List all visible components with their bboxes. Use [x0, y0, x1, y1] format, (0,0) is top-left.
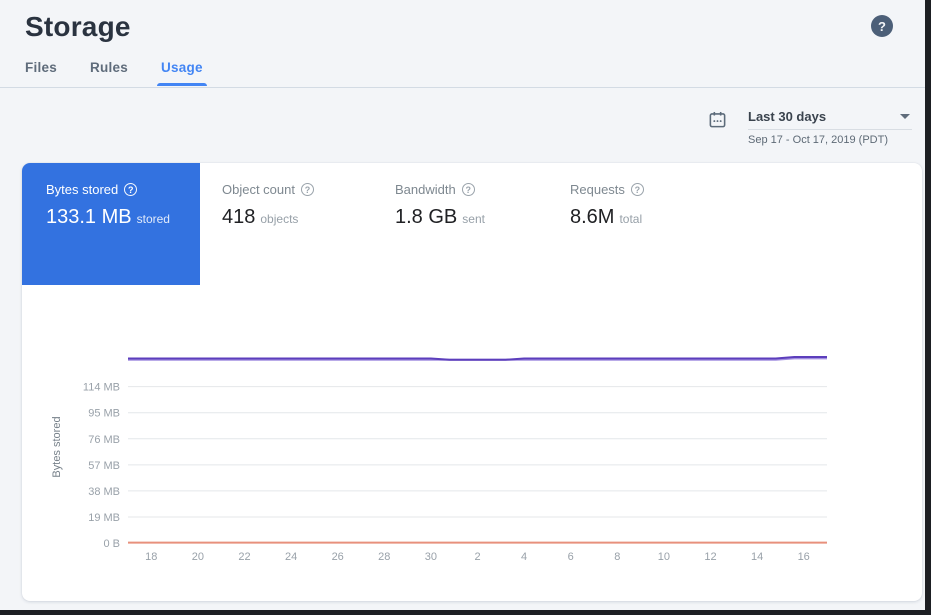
- metric-label-text: Bytes stored: [46, 182, 118, 197]
- y-axis-title: Bytes stored: [51, 416, 63, 477]
- x-tick-label: 30: [425, 551, 437, 563]
- x-tick-label: 12: [704, 551, 716, 563]
- active-tab-indicator: [157, 83, 207, 86]
- metric-label-text: Bandwidth: [395, 182, 456, 197]
- tab-usage[interactable]: Usage: [161, 60, 203, 86]
- metric-value-unit: total: [619, 212, 642, 226]
- metric-value: 133.1 MB stored: [46, 206, 176, 229]
- x-tick-label: 2: [474, 551, 480, 563]
- tab-usage-label: Usage: [161, 60, 203, 75]
- metric-label: Bandwidth ?: [395, 182, 526, 197]
- x-tick-label: 22: [238, 551, 250, 563]
- usage-panel: 0 B19 MB38 MB57 MB76 MB95 MB114 MB182022…: [22, 163, 922, 601]
- metric-label-text: Object count: [222, 182, 295, 197]
- metric-value-unit: stored: [137, 212, 170, 226]
- metric-value-number: 8.6M: [570, 206, 614, 229]
- metric-value-number: 418: [222, 206, 255, 229]
- y-tick-label: 57 MB: [88, 460, 120, 472]
- metric-value: 8.6M total: [570, 206, 900, 229]
- y-tick-label: 95 MB: [88, 408, 120, 420]
- x-tick-label: 16: [798, 551, 810, 563]
- metric-value: 1.8 GB sent: [395, 206, 526, 229]
- x-tick-label: 28: [378, 551, 390, 563]
- x-tick-label: 6: [568, 551, 574, 563]
- help-icon[interactable]: ?: [631, 183, 644, 196]
- caret-down-icon: [900, 114, 910, 119]
- x-tick-label: 24: [285, 551, 297, 563]
- y-tick-label: 114 MB: [83, 382, 120, 394]
- date-range-detail: Sep 17 - Oct 17, 2019 (PDT): [748, 130, 912, 146]
- tabs-divider: [0, 87, 925, 88]
- metric-value: 418 objects: [222, 206, 351, 229]
- help-icon[interactable]: ?: [124, 183, 137, 196]
- help-icon[interactable]: ?: [301, 183, 314, 196]
- page-help-button[interactable]: ?: [871, 15, 893, 37]
- window-edge-bottom: [0, 610, 931, 615]
- page-title: Storage: [25, 11, 131, 43]
- page-header: Storage ?: [25, 11, 901, 43]
- date-range-selector[interactable]: Last 30 days Sep 17 - Oct 17, 2019 (PDT): [708, 109, 912, 146]
- date-range-dropdown[interactable]: Last 30 days: [748, 109, 912, 130]
- metric-label: Object count ?: [222, 182, 351, 197]
- date-range-value: Last 30 days: [748, 109, 826, 124]
- metric-value-unit: sent: [462, 212, 485, 226]
- window-edge-right: [925, 0, 931, 615]
- metric-value-number: 133.1 MB: [46, 206, 132, 229]
- x-tick-label: 8: [614, 551, 620, 563]
- calendar-icon: [708, 110, 727, 134]
- metric-cards: Bytes stored ? 133.1 MB stored Object co…: [22, 163, 922, 285]
- y-tick-label: 38 MB: [88, 486, 120, 498]
- date-range-fields: Last 30 days Sep 17 - Oct 17, 2019 (PDT): [748, 109, 912, 146]
- x-tick-label: 26: [332, 551, 344, 563]
- x-tick-label: 14: [751, 551, 763, 563]
- metric-value-number: 1.8 GB: [395, 206, 457, 229]
- metric-card-requests[interactable]: Requests ? 8.6M total: [548, 163, 922, 285]
- x-tick-label: 18: [145, 551, 157, 563]
- tab-rules[interactable]: Rules: [90, 60, 128, 86]
- metric-label-text: Requests: [570, 182, 625, 197]
- x-tick-label: 10: [658, 551, 670, 563]
- question-mark-icon: ?: [878, 19, 886, 34]
- metric-value-unit: objects: [260, 212, 298, 226]
- help-icon[interactable]: ?: [462, 183, 475, 196]
- metric-card-bandwidth[interactable]: Bandwidth ? 1.8 GB sent: [373, 163, 548, 285]
- metric-card-bytes-stored[interactable]: Bytes stored ? 133.1 MB stored: [22, 163, 200, 285]
- metric-card-object-count[interactable]: Object count ? 418 objects: [200, 163, 373, 285]
- y-tick-label: 0 B: [103, 538, 120, 550]
- metric-label: Requests ?: [570, 182, 900, 197]
- tab-files[interactable]: Files: [25, 60, 57, 86]
- y-tick-label: 76 MB: [88, 434, 120, 446]
- x-tick-label: 4: [521, 551, 527, 563]
- series-bytes-stored: [128, 357, 827, 360]
- y-tick-label: 19 MB: [88, 512, 120, 524]
- x-tick-label: 20: [192, 551, 204, 563]
- tab-bar: Files Rules Usage: [25, 60, 203, 86]
- metric-label: Bytes stored ?: [46, 182, 176, 197]
